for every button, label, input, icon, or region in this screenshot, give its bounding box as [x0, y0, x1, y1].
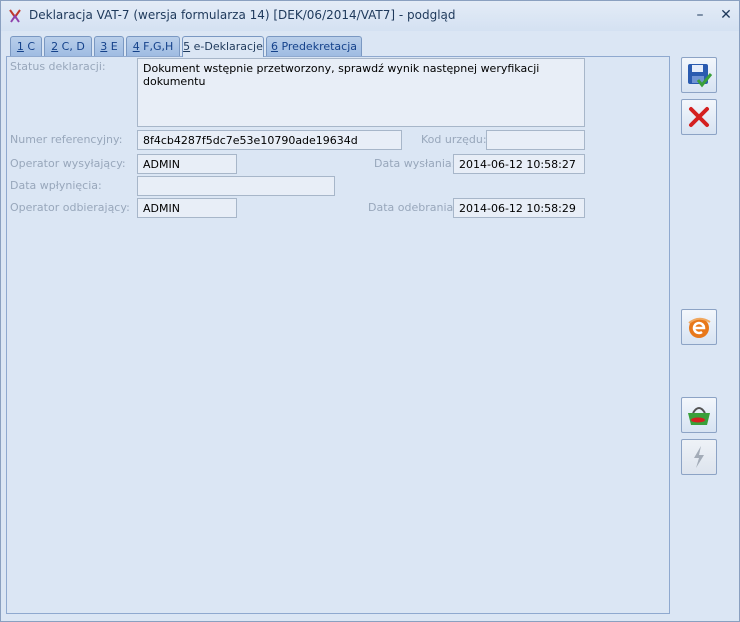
cancel-button[interactable] [681, 99, 717, 135]
e-declaration-icon [688, 317, 711, 338]
receiver-operator-label: Operator odbierający: [10, 201, 130, 214]
ref-number-field[interactable]: 8f4cb4287f5dc7e53e10790ade19634d [137, 130, 402, 150]
sent-date-field[interactable]: 2014-06-12 10:58:27 [453, 154, 585, 174]
basket-button[interactable] [681, 397, 717, 433]
tab-6-key: 6 [270, 40, 278, 53]
tab-5-label: e-Deklaracje [190, 40, 263, 53]
status-field[interactable]: Dokument wstępnie przetworzony, sprawdź … [137, 58, 585, 127]
tab-1-c[interactable]: 1 C [10, 36, 42, 56]
payment-date-field[interactable] [137, 176, 335, 196]
lightning-button[interactable] [681, 439, 717, 475]
save-icon [688, 64, 713, 88]
tab-3-label: E [107, 40, 118, 53]
office-code-label: Kod urzędu: [421, 133, 487, 146]
office-code-field[interactable] [486, 130, 585, 150]
save-button[interactable] [681, 57, 717, 93]
cancel-icon [689, 107, 709, 127]
window-title: Deklaracja VAT-7 (wersja formularza 14) … [29, 8, 456, 22]
tab-6-label: Predekretacja [277, 40, 358, 53]
receiver-operator-field[interactable]: ADMIN [137, 198, 237, 218]
received-date-field[interactable]: 2014-06-12 10:58:29 [453, 198, 585, 218]
sender-operator-field[interactable]: ADMIN [137, 154, 237, 174]
ref-number-label: Numer referencyjny: [10, 133, 123, 146]
tab-6-predekretacja[interactable]: 6 Predekretacja [266, 36, 362, 56]
minimize-button[interactable]: – [691, 6, 709, 24]
tab-4-fgh[interactable]: 4 F,G,H [126, 36, 180, 56]
close-button[interactable]: ✕ [717, 6, 735, 24]
tab-2-cd[interactable]: 2 C, D [44, 36, 92, 56]
payment-date-label: Data wpłynięcia: [10, 179, 102, 192]
title-bar[interactable]: Deklaracja VAT-7 (wersja formularza 14) … [1, 1, 739, 31]
tab-1-label: C [23, 40, 36, 53]
basket-icon [688, 407, 710, 425]
tab-3-e[interactable]: 3 E [94, 36, 124, 56]
tab-1-key: 1 [16, 40, 24, 53]
tab-2-label: C, D [58, 40, 85, 53]
app-icon [9, 9, 21, 23]
received-date-label: Data odebrania: [368, 201, 457, 214]
lightning-icon [694, 446, 704, 468]
status-label: Status deklaracji: [10, 60, 106, 73]
dialog-window: Deklaracja VAT-7 (wersja formularza 14) … [0, 0, 740, 622]
e-declaration-button[interactable] [681, 309, 717, 345]
e-deklaracje-panel: Status deklaracji: Dokument wstępnie prz… [6, 56, 670, 614]
sent-date-label: Data wysłania: [374, 157, 456, 170]
sender-operator-label: Operator wysyłający: [10, 157, 126, 170]
tab-4-label: F,G,H [139, 40, 174, 53]
tab-4-key: 4 [132, 40, 140, 53]
tab-5-e-deklaracje[interactable]: 5 e-Deklaracje [182, 36, 264, 57]
